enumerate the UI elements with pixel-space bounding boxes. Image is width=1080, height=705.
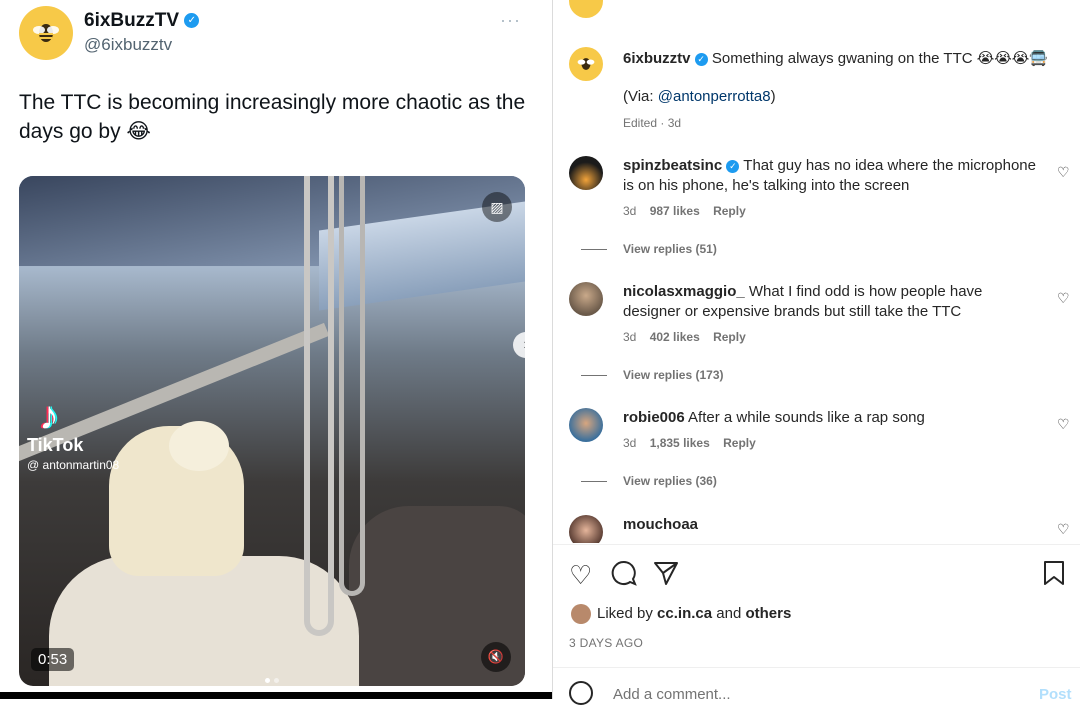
emoji-icon[interactable] [569, 681, 593, 705]
commenter-name[interactable]: mouchoaa [623, 516, 698, 533]
tweet-panel: 6ixBuzzTV ✓ @6ixbuzztv ··· The TTC is be… [0, 0, 552, 699]
comment-text: After a while sounds like a rap song [688, 409, 925, 426]
view-replies-button[interactable]: View replies (173) [623, 368, 724, 382]
caption-text: Something always gwaning on the TTC 😭😭😭🚍 [711, 50, 1048, 67]
video-scene-pom [169, 421, 229, 471]
tiktok-watermark-brand: TikTok [27, 435, 84, 455]
comment-bubble-icon [611, 560, 637, 586]
commenter-avatar[interactable] [569, 408, 603, 442]
verified-badge-icon: ✓ [184, 13, 200, 29]
paper-plane-icon [654, 562, 678, 585]
verified-badge-icon: ✓ [726, 159, 740, 173]
post-header: ··· [553, 0, 1080, 18]
video-scene-strap [304, 176, 334, 636]
comment-likes[interactable]: 987 likes [650, 204, 700, 218]
post-header-avatar[interactable] [569, 0, 603, 18]
carousel-dots [263, 670, 281, 686]
tweet-author-handle[interactable]: @6ixbuzztv [84, 35, 172, 55]
post-time: 3 DAYS AGO [569, 636, 644, 650]
commenter-name[interactable]: spinzbeatsinc [623, 157, 722, 174]
commenter-name[interactable]: robie006 [623, 409, 685, 426]
tweet-author-name-text: 6ixBuzzTV [84, 10, 180, 31]
comment-meta: 3d 1,835 likes Reply [623, 436, 756, 450]
mute-icon[interactable]: 🔇 [481, 642, 511, 672]
caption-author-avatar[interactable] [569, 47, 603, 81]
comment-likes[interactable]: 402 likes [650, 330, 700, 344]
verified-badge-icon: ✓ [694, 52, 708, 66]
comment-body: spinzbeatsinc ✓ That guy has no idea whe… [623, 156, 1043, 196]
more-options-icon[interactable]: ··· [500, 10, 521, 31]
like-comment-icon[interactable]: ♡ [1057, 521, 1069, 538]
comment-meta: 3d 987 likes Reply [623, 204, 746, 218]
bookmark-icon [1044, 561, 1064, 585]
liked-by: Liked by cc.in.ca and others [571, 604, 791, 624]
view-replies-button[interactable]: View replies (36) [623, 474, 717, 488]
carousel-dot [265, 678, 270, 683]
liked-by-prefix: Liked by [597, 604, 658, 622]
video-duration: 0:53 [31, 648, 75, 671]
comment-item: mouchoaa ♡ [569, 515, 1069, 543]
like-comment-icon[interactable]: ♡ [1057, 164, 1070, 181]
divider [553, 667, 1080, 668]
tiktok-watermark-user: @ antonmartin08 [27, 458, 120, 472]
bottom-bar [0, 692, 552, 699]
like-icon[interactable]: ♡ [569, 560, 592, 591]
view-replies-button[interactable]: View replies (51) [623, 242, 717, 256]
reply-button[interactable]: Reply [713, 204, 746, 218]
caption-author[interactable]: 6ixbuzztv [623, 50, 691, 67]
comment-age: 3d [623, 204, 637, 218]
video-scene-strap [339, 176, 365, 596]
share-icon[interactable] [653, 560, 679, 593]
post-more-icon[interactable]: ··· [1040, 0, 1060, 9]
via-suffix: ) [770, 88, 776, 105]
reply-button[interactable]: Reply [713, 330, 746, 344]
like-comment-icon[interactable]: ♡ [1057, 416, 1070, 433]
edited-label: Edited · 3d [623, 116, 682, 130]
tiktok-logo-icon: ♪ [39, 394, 59, 438]
post-comment-button[interactable]: Post [1039, 686, 1072, 703]
tweet-author-name[interactable]: 6ixBuzzTV ✓ [84, 10, 200, 32]
reply-button[interactable]: Reply [723, 436, 756, 450]
commenter-name[interactable]: nicolasxmaggio_ [623, 283, 745, 300]
comment-icon[interactable] [611, 560, 637, 593]
comment-likes[interactable]: 1,835 likes [650, 436, 710, 450]
divider [553, 544, 1080, 545]
via-link[interactable]: @antonperrotta8 [658, 88, 771, 105]
commenter-avatar[interactable] [569, 515, 603, 543]
comment-body: nicolasxmaggio_ What I find odd is how p… [623, 282, 1043, 322]
comment-body: robie006 After a while sounds like a rap… [623, 408, 1043, 428]
like-comment-icon[interactable]: ♡ [1057, 290, 1070, 307]
via-prefix: (Via: [623, 88, 658, 105]
commenter-avatar[interactable] [569, 156, 603, 190]
post-caption: 6ixbuzztv ✓ Something always gwaning on … [623, 49, 1063, 133]
commenter-avatar[interactable] [569, 282, 603, 316]
liked-by-others[interactable]: others [745, 605, 791, 622]
bee-logo-icon [33, 24, 59, 42]
tweet-video[interactable]: ♪ TikTok @ antonmartin08 ▨ › 0:53 🔇 [19, 176, 525, 686]
comment-meta: 3d 402 likes Reply [623, 330, 746, 344]
liked-by-user[interactable]: cc.in.ca [657, 605, 712, 622]
carousel-dot [274, 678, 279, 683]
liked-by-and: and [712, 604, 746, 622]
next-slide-button[interactable]: › [513, 332, 525, 358]
sensitive-media-icon[interactable]: ▨ [482, 192, 512, 222]
comment-age: 3d [623, 330, 637, 344]
liked-by-avatar[interactable] [571, 604, 591, 624]
save-icon[interactable] [1043, 560, 1065, 593]
comment-body: mouchoaa [623, 515, 1043, 535]
instagram-post-panel: ··· 6ixbuzztv ✓ Something always gwaning… [552, 0, 1080, 705]
bee-logo-icon [577, 58, 595, 70]
comment-age: 3d [623, 436, 637, 450]
tweet-text: The TTC is becoming increasingly more ch… [19, 91, 526, 143]
add-comment-input[interactable]: Add a comment... [613, 686, 731, 703]
tweet-author-avatar[interactable] [19, 6, 73, 60]
